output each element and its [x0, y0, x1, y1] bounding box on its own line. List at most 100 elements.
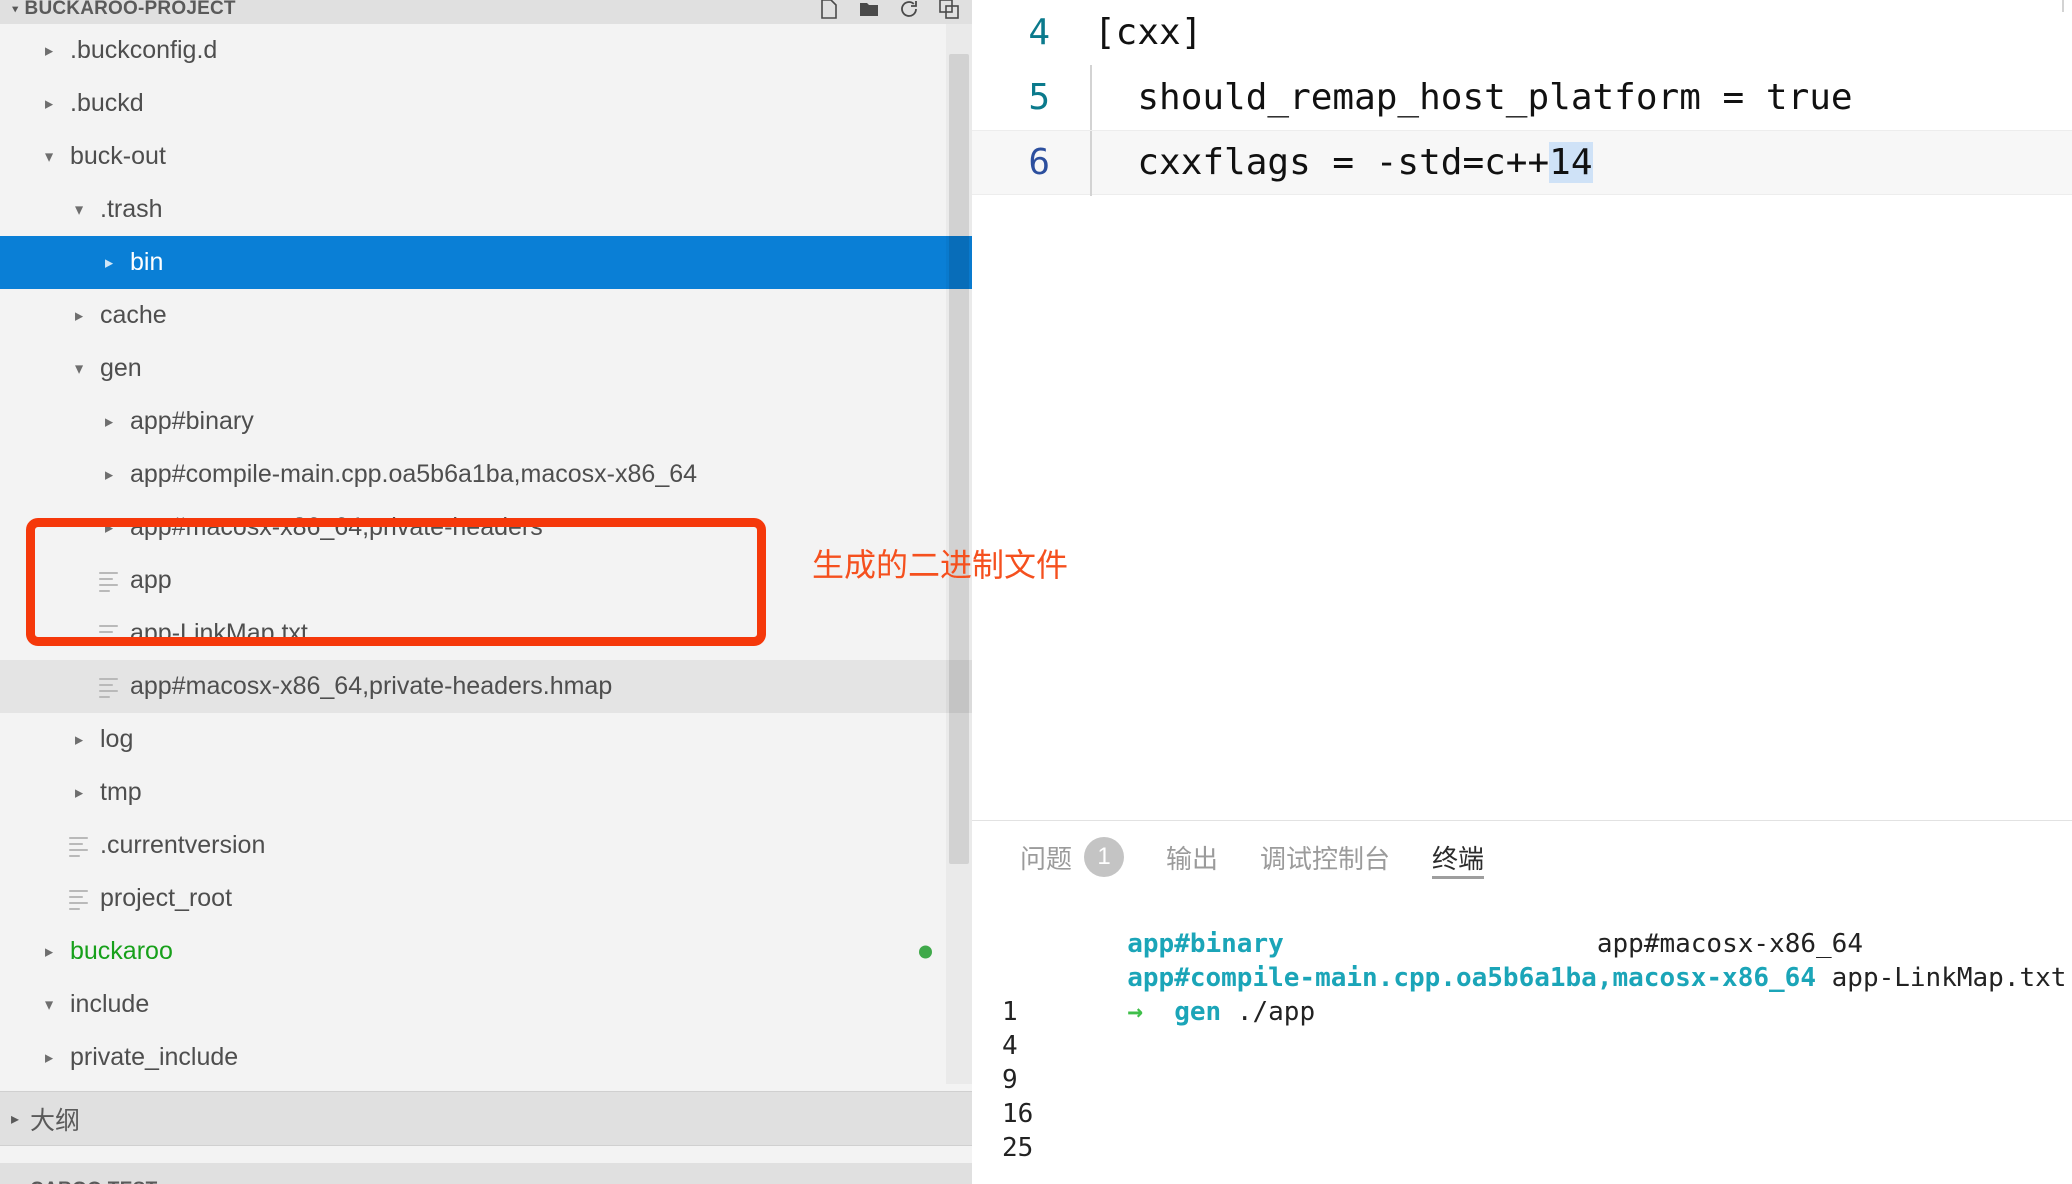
- tree-item-label: project_root: [100, 884, 233, 912]
- terminal-file-app-macosx: app#macosx-x86_64: [1596, 929, 1863, 959]
- chevron-right-icon[interactable]: ▸: [36, 1047, 62, 1068]
- panel-tabs[interactable]: 问题 1 输出 调试控制台 终端: [972, 821, 2072, 893]
- panel-tab-0[interactable]: 问题 1: [1020, 821, 1125, 893]
- chevron-right-icon[interactable]: ▸: [96, 517, 122, 538]
- terminal-line-1: app#binary app#macosx-x86_64: [1002, 893, 2072, 959]
- tree-item-app-binary[interactable]: ▸ app#binary: [0, 395, 972, 448]
- terminal-output-line: 9: [1002, 1065, 1018, 1095]
- tree-item-private-include[interactable]: ▸ private_include: [0, 1031, 972, 1084]
- terminal-col-spacer-2: [1816, 963, 1832, 993]
- refresh-icon[interactable]: [898, 0, 920, 20]
- tree-item-gen[interactable]: ▾ gen: [0, 342, 972, 395]
- line-number: 4: [1028, 12, 1050, 53]
- sidebar-scrollbar-thumb[interactable]: [949, 54, 969, 864]
- code-text: [cxx]: [1094, 12, 1203, 53]
- panel-tab-1[interactable]: 输出: [1166, 821, 1218, 893]
- panel-tab-label: 调试控制台: [1260, 843, 1391, 874]
- chevron-down-icon[interactable]: ▾: [36, 146, 62, 167]
- tree-item-label: log: [100, 725, 134, 753]
- chevron-right-icon[interactable]: ▸: [66, 729, 92, 750]
- line-number: 5: [1028, 77, 1050, 118]
- tree-item-buckaroo[interactable]: ▸ buckaroo: [0, 925, 972, 978]
- tree-item-app-compile-main-cpp-oa5b6a1ba-macosx-x86-64[interactable]: ▸ app#compile-main.cpp.oa5b6a1ba,macosx-x…: [0, 448, 972, 501]
- collapse-all-icon[interactable]: [938, 0, 960, 20]
- tree-item-include[interactable]: ▾ include: [0, 978, 972, 1031]
- tree-item-label: buck-out: [70, 142, 166, 170]
- tree-item--buckd[interactable]: ▸ .buckd: [0, 77, 972, 130]
- sidebar-divider-2: [0, 1145, 972, 1146]
- tree-item-bin[interactable]: ▸ bin: [0, 236, 972, 289]
- terminal-file-app-compile-main: app#compile-main.cpp.oa5b6a1ba,macosx-x8…: [1127, 963, 1816, 993]
- tree-item-label: cache: [100, 301, 167, 329]
- tree-item-label: include: [70, 990, 150, 1018]
- panel-tab-3[interactable]: 终端: [1432, 821, 1485, 893]
- tree-item-label: .trash: [100, 195, 163, 223]
- annotation-label: 生成的二进制文件: [812, 546, 1069, 584]
- tree-item-app-linkmap-txt[interactable]: app-LinkMap.txt: [0, 607, 972, 660]
- chevron-right-icon[interactable]: ▸: [96, 464, 122, 485]
- panel-tab-badge: 1: [1084, 837, 1125, 877]
- chevron-right-icon[interactable]: ▸: [96, 252, 122, 273]
- chevron-down-icon[interactable]: ▾: [66, 199, 92, 220]
- tree-item-project-root[interactable]: project_root: [0, 872, 972, 925]
- chevron-down-icon[interactable]: ▾: [36, 994, 62, 1015]
- chevron-down-icon[interactable]: ▾: [12, 2, 19, 16]
- chevron-right-icon[interactable]: ▸: [66, 305, 92, 326]
- code-text: cxxflags = -std=c++14: [1072, 142, 1593, 183]
- tree-item-cache[interactable]: ▸ cache: [0, 289, 972, 342]
- code-lines[interactable]: 4 [cxx] 5 should_remap_host_platform = tru…: [972, 0, 2072, 196]
- tree-item-label: app#macosx-x86_64,private-headers.hmap: [130, 672, 613, 700]
- indent-guide: [1090, 131, 1092, 196]
- chevron-right-icon[interactable]: ▸: [66, 782, 92, 803]
- tree-item-buck-out[interactable]: ▾ buck-out: [0, 130, 972, 183]
- new-file-icon[interactable]: [818, 0, 840, 20]
- tree-item-app-macosx-x86-64-private-headers-hmap[interactable]: app#macosx-x86_64,private-headers.hmap: [0, 660, 972, 713]
- tree-item-tmp[interactable]: ▸ tmp: [0, 766, 972, 819]
- prompt-command: ./app: [1236, 997, 1316, 1027]
- tree-item--currentversion[interactable]: .currentversion: [0, 819, 972, 872]
- sidebar-section-cargo-test[interactable]: ▸ CARGO TEST: [0, 1163, 972, 1184]
- code-text-before-selection: cxxflags = -std=c++: [1094, 142, 1550, 183]
- chevron-right-icon[interactable]: ▸: [36, 941, 62, 962]
- chevron-right-icon[interactable]: ▸: [0, 1109, 30, 1129]
- terminal-file-app-linkmap: app-LinkMap.txt: [1831, 963, 2067, 993]
- terminal-output-line: 4: [1002, 1031, 1018, 1061]
- tree-item--buckconfig-d[interactable]: ▸ .buckconfig.d: [0, 24, 972, 77]
- sidebar-section-outline-label: 大纲: [30, 1106, 81, 1135]
- tree-item-label: app#macosx-x86_64,private-headers: [130, 513, 543, 541]
- tree-item-label: .buckconfig.d: [70, 36, 218, 64]
- code-text-selection: 14: [1549, 142, 1593, 183]
- panel-tab-label: 问题: [1020, 843, 1073, 874]
- new-folder-icon[interactable]: [858, 0, 880, 20]
- terminal-output-line: 25: [1002, 1133, 1034, 1163]
- prompt-gap-1: [1143, 997, 1174, 1027]
- prompt-arrow-icon: →: [1127, 997, 1143, 1027]
- explorer-title: BUCKAROO-PROJECT: [24, 0, 236, 19]
- indent-guide: [1090, 65, 1092, 130]
- chevron-right-icon[interactable]: ▸: [96, 411, 122, 432]
- panel-tab-2[interactable]: 调试控制台: [1260, 821, 1390, 893]
- terminal-file-app-binary: app#binary: [1127, 929, 1284, 959]
- sidebar-section-outline[interactable]: ▸ 大纲: [0, 1092, 972, 1145]
- explorer-header-actions: [818, 0, 960, 24]
- explorer-sidebar: ▾ BUCKAROO-PROJECT ▸ .buckconfig.d ▸ .buckd…: [0, 0, 972, 1184]
- git-status-dot: [919, 945, 932, 958]
- terminal-output[interactable]: app#binary app#macosx-x86_64 app#compile…: [972, 893, 2072, 1184]
- chevron-right-icon-2[interactable]: ▸: [0, 1180, 30, 1184]
- code-editor[interactable]: 4 [cxx] 5 should_remap_host_platform = tru…: [972, 0, 2072, 820]
- tree-item-label: bin: [130, 248, 164, 276]
- chevron-right-icon[interactable]: ▸: [36, 40, 62, 61]
- tree-item-label: .buckd: [70, 89, 144, 117]
- tree-item-log[interactable]: ▸ log: [0, 713, 972, 766]
- code-line-5[interactable]: 5 should_remap_host_platform = true: [972, 65, 2072, 130]
- tree-item-label: .currentversion: [100, 831, 266, 859]
- panel-tab-label: 输出: [1166, 843, 1219, 874]
- tree-item-label: app-LinkMap.txt: [130, 619, 308, 647]
- panel-tab-label: 终端: [1432, 843, 1485, 874]
- tree-item--trash[interactable]: ▾ .trash: [0, 183, 972, 236]
- chevron-right-icon[interactable]: ▸: [36, 93, 62, 114]
- code-line-6[interactable]: 6 cxxflags = -std=c++14: [972, 130, 2072, 196]
- chevron-down-icon[interactable]: ▾: [66, 358, 92, 379]
- code-line-4[interactable]: 4 [cxx]: [972, 0, 2072, 65]
- explorer-header[interactable]: ▾ BUCKAROO-PROJECT: [0, 0, 972, 24]
